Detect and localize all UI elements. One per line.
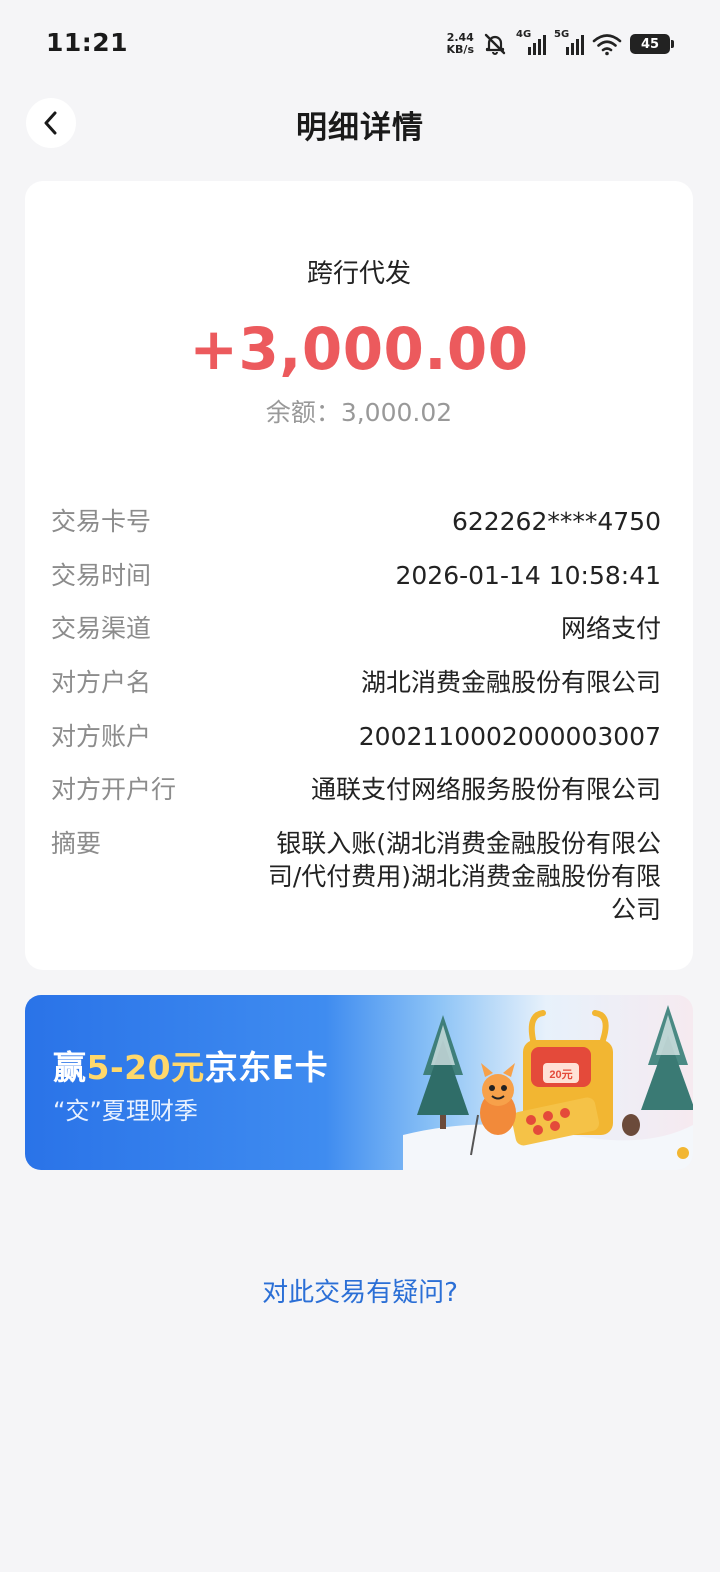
field-summary: 摘要 银联入账(湖北消费金融股份有限公司/代付费用)湖北消费金融股份有限公司 [51, 827, 661, 926]
field-label: 对方账户 [51, 722, 152, 751]
status-icons: 2.44 KB/s 4G 5G 45 [447, 28, 674, 60]
status-bar: 11:21 2.44 KB/s 4G 5G 45 [0, 0, 720, 88]
field-counterparty-bank: 对方开户行 通联支付网络服务股份有限公司 [51, 773, 661, 806]
field-channel: 交易渠道 网络支付 [51, 612, 661, 645]
field-label: 交易卡号 [51, 507, 152, 536]
field-value: 银联入账(湖北消费金融股份有限公司/代付费用)湖北消费金融股份有限公司 [267, 829, 661, 924]
signal-icon: 4G [516, 29, 546, 57]
field-label: 对方户名 [51, 668, 152, 697]
page-title: 明细详情 [296, 110, 424, 146]
battery-icon: 45 [630, 34, 674, 54]
promo-title-highlight: 5-20元 [86, 1048, 205, 1087]
promo-title: 赢5-20元京东E卡 [53, 1041, 328, 1089]
promo-banner[interactable]: 赢5-20元京东E卡 “交”夏理财季 20元 [25, 995, 693, 1170]
field-transaction-time: 交易时间 2026-01-14 10:58:41 [51, 559, 661, 592]
field-value: 湖北消费金融股份有限公司 [360, 668, 661, 697]
field-counterparty-account: 对方账户 2002110002000003007 [51, 720, 661, 753]
field-value: 2002110002000003007 [358, 722, 661, 751]
promo-title-prefix: 赢 [53, 1048, 87, 1087]
field-card-number: 交易卡号 622262****4750 [51, 505, 661, 538]
field-label: 摘要 [51, 829, 102, 858]
gift-box-icon: 20元 [511, 1010, 613, 1146]
transaction-amount: +3,000.00 [189, 315, 529, 383]
battery-level: 45 [640, 36, 660, 52]
network-speed-unit: KB/s [446, 43, 474, 56]
pinecone-icon [622, 1114, 640, 1136]
signal-icon: 5G [554, 29, 584, 57]
field-value: 2026-01-14 10:58:41 [395, 561, 661, 590]
account-balance: 余额：3,000.02 [265, 398, 453, 427]
promo-illustration: 20元 [403, 1005, 693, 1170]
promo-badge: 20元 [549, 1068, 572, 1081]
mute-bell-icon [484, 33, 506, 55]
transaction-question-link[interactable]: 对此交易有疑问? [0, 1272, 720, 1309]
field-value: 通联支付网络服务股份有限公司 [310, 775, 661, 804]
promo-subtitle: “交”夏理财季 [53, 1097, 198, 1125]
pine-tree-icon [417, 1015, 469, 1129]
wifi-icon [592, 34, 622, 56]
status-time: 11:21 [46, 28, 129, 57]
promo-title-suffix: 京东E卡 [204, 1048, 329, 1087]
pine-tree-icon [641, 1005, 693, 1110]
field-label: 对方开户行 [51, 775, 177, 804]
field-label: 交易渠道 [51, 614, 152, 643]
network-speed: 2.44 KB/s [447, 32, 474, 56]
field-value: 622262****4750 [451, 507, 661, 536]
transaction-detail-card: 跨行代发 +3,000.00 余额：3,000.02 交易卡号 622262**… [25, 181, 693, 970]
field-label: 交易时间 [51, 561, 152, 590]
transaction-type: 跨行代发 [306, 259, 411, 289]
field-counterparty-name: 对方户名 湖北消费金融股份有限公司 [51, 666, 661, 699]
nav-bar: 明细详情 [0, 92, 720, 154]
field-value: 网络支付 [560, 614, 661, 643]
